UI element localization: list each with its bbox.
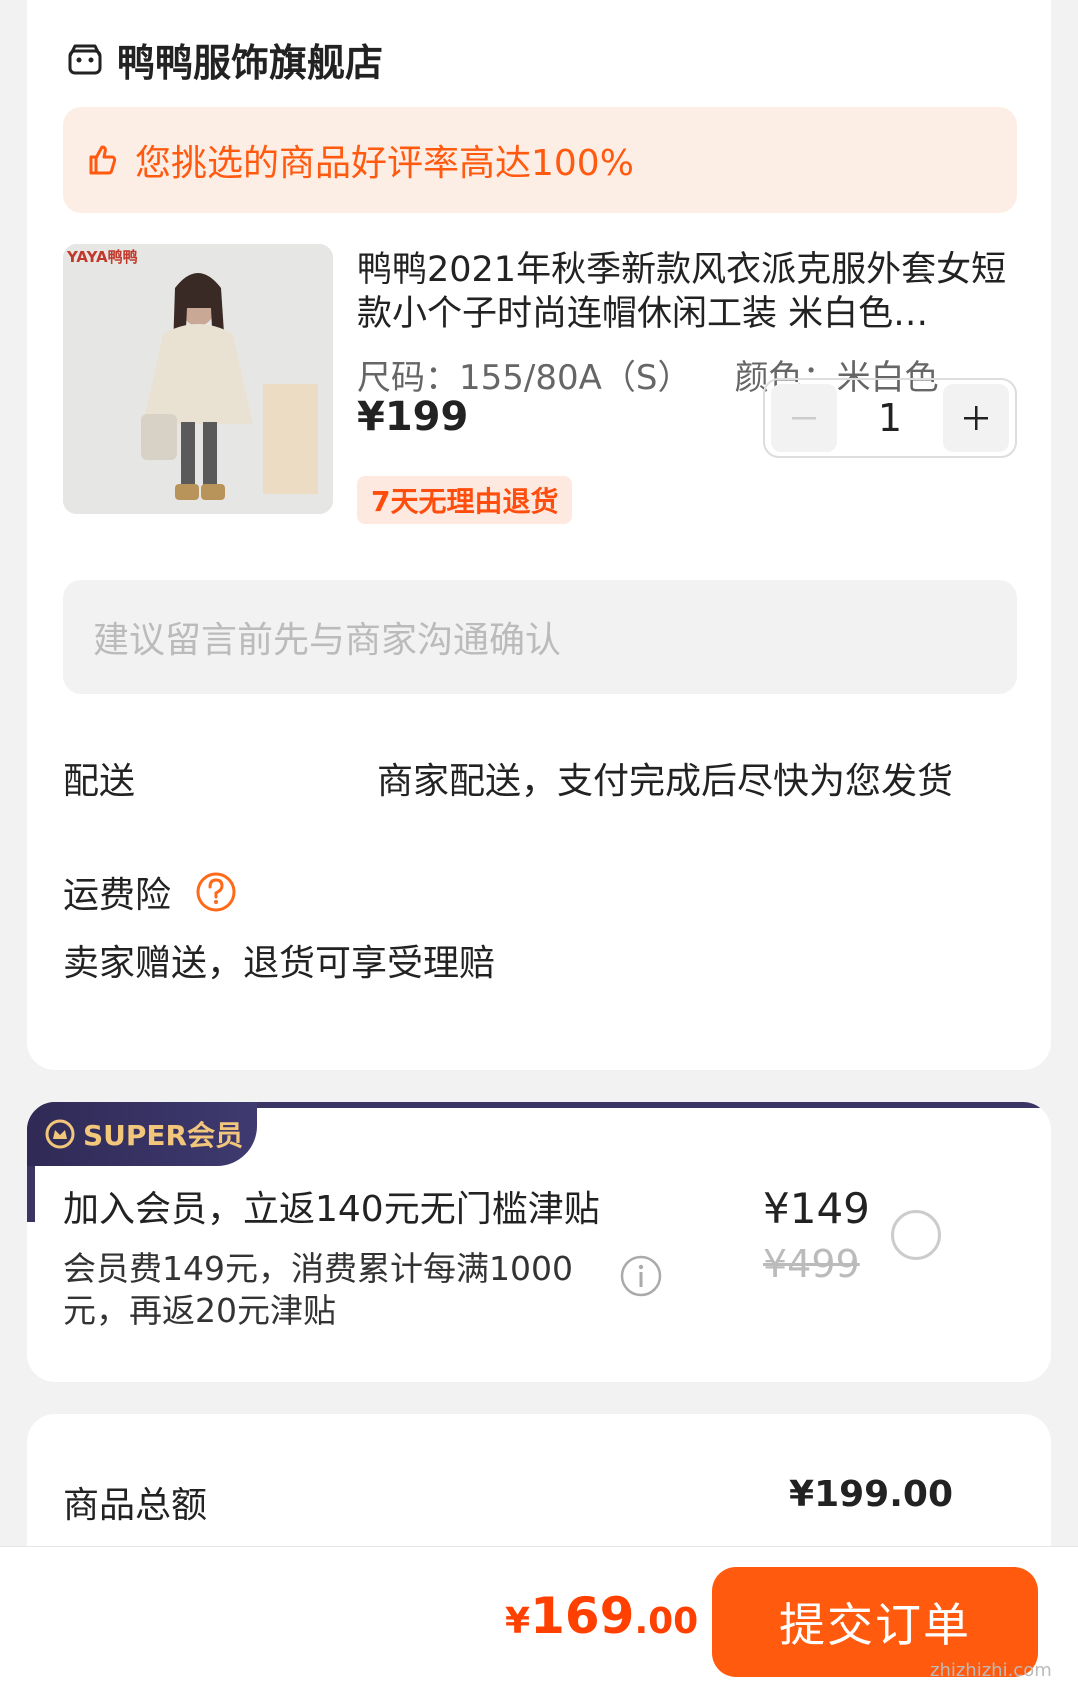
total-label: 商品总额 [63,1485,208,1526]
quantity-value[interactable]: 1 [837,396,943,440]
insurance-desc: 卖家赠送，退货可享受理赔 [63,943,496,984]
super-title: 加入会员，立返140元无门槛津贴 [63,1189,600,1230]
quantity-stepper: 1 [763,378,1017,458]
pay-currency: ¥ [505,1601,531,1642]
pay-amount-dec: .00 [634,1601,699,1642]
store-order-card: 鸭鸭服饰旗舰店 您挑选的商品好评率高达100% YAYA鸭鸭 鸭鸭2021年秋季… [27,0,1051,1070]
rating-text: 您挑选的商品好评率高达100% [135,143,634,184]
increase-button[interactable] [943,384,1009,452]
product-photo [63,244,333,514]
insurance-label: 运费险 [63,875,172,916]
pay-amount: ¥169.00 [505,1587,698,1645]
minus-icon [792,417,816,420]
store-name: 鸭鸭服饰旗舰店 [117,41,384,85]
product-title[interactable]: 鸭鸭2021年秋季新款风衣派克服外套女短款小个子时尚连帽休闲工装 米白色… [357,248,1017,336]
super-desc: 会员费149元，消费累计每满1000元，再返20元津贴 [63,1249,573,1330]
delivery-value: 商家配送，支付完成后尽快为您发货 [377,761,954,802]
product-price: ¥199 [357,394,469,440]
info-icon[interactable] [619,1254,663,1298]
store-header[interactable]: 鸭鸭服饰旗舰店 [67,32,383,87]
thumbs-up-icon [89,145,117,175]
pay-amount-int: 169 [530,1587,635,1645]
shipping-insurance-row: 运费险 [63,866,237,918]
plus-icon [964,406,988,430]
delivery-label: 配送 [63,761,136,802]
super-badge-text: SUPER会员 [83,1119,244,1152]
help-icon[interactable] [195,871,237,913]
store-icon [68,44,102,74]
bottom-action-bar: ¥169.00 提交订单 [0,1546,1078,1693]
super-old-price: ¥499 [763,1242,860,1286]
decrease-button[interactable] [771,384,837,452]
return-policy-badge: 7天无理由退货 [357,476,573,524]
super-badge: SUPER会员 [27,1102,257,1166]
super-price: ¥149 [763,1184,870,1233]
rating-banner: 您挑选的商品好评率高达100% [63,107,1017,213]
product-image[interactable]: YAYA鸭鸭 [63,244,333,514]
crown-icon [45,1119,75,1149]
watermark: zhizhizhi.com [930,1660,1052,1681]
total-value: ¥199.00 [789,1474,953,1515]
super-member-radio[interactable] [891,1210,941,1260]
message-input[interactable]: 建议留言前先与商家沟通确认 [63,580,1017,694]
super-member-card[interactable]: SUPER会员 加入会员，立返140元无门槛津贴 会员费149元，消费累计每满1… [27,1102,1051,1382]
product-image-logo: YAYA鸭鸭 [67,248,138,266]
